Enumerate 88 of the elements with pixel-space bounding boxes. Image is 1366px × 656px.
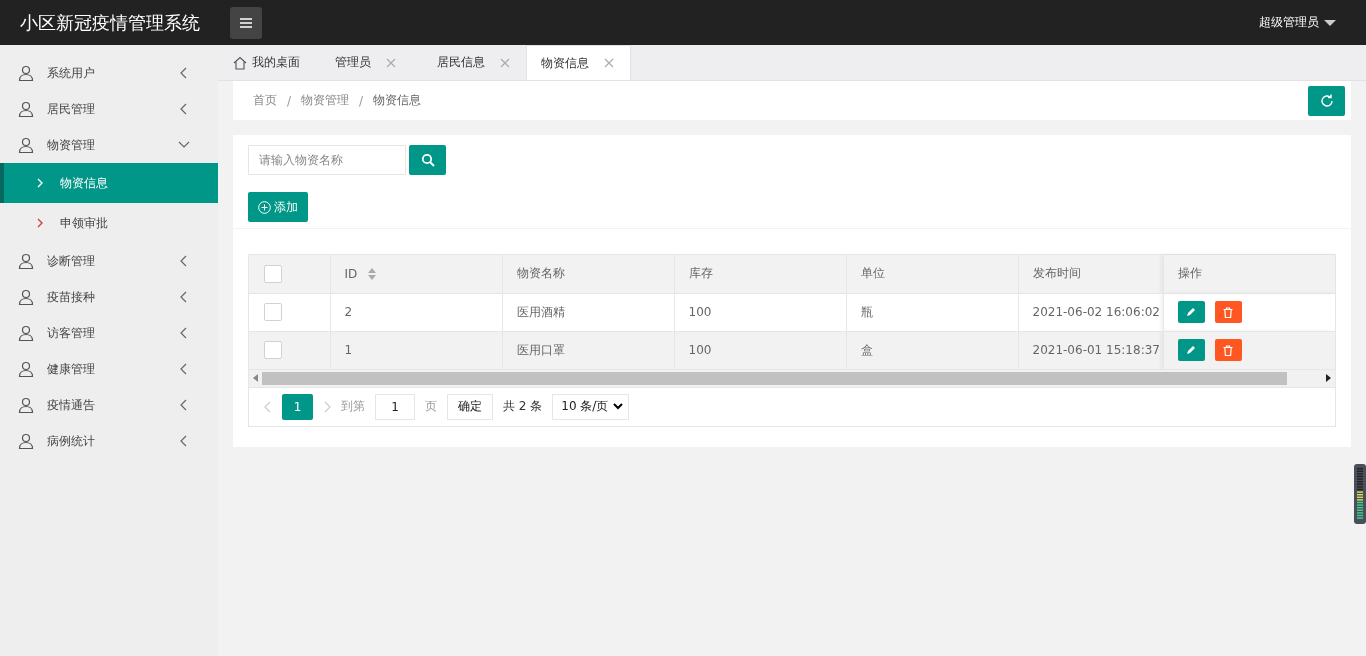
column-header: ID [344,266,358,281]
menu-button[interactable] [230,6,262,39]
scroll-left-icon[interactable] [253,374,259,382]
menu-icon [239,16,253,29]
search-field[interactable]: 请输入物资名称 [248,145,406,175]
refresh-icon [1318,92,1335,109]
table-cell: 1 [344,343,353,357]
delete-button[interactable] [1214,301,1242,323]
column-header: 单位 [860,266,885,281]
breadcrumb-link[interactable]: 首页 [253,92,277,109]
sidebar-item[interactable]: 疫苗接种 [0,279,218,315]
user-icon [18,101,34,117]
column-header: 操作 [1177,266,1202,281]
app-title: 小区新冠疫情管理系统 [20,10,200,35]
tab[interactable]: 居民信息 [421,45,526,80]
user-icon [18,325,34,341]
table-cell: 100 [688,343,712,357]
user-icon [18,361,34,377]
table-cell: 医用酒精 [516,304,565,319]
user-icon [18,137,34,153]
refresh-button[interactable] [1308,85,1345,116]
select-all-checkbox[interactable] [264,264,282,283]
sidebar-subitem[interactable]: 物资信息 [0,163,218,203]
page-unit-label: 页 [425,398,437,415]
row-checkbox[interactable] [264,341,282,359]
sidebar-item[interactable]: 健康管理 [0,351,218,387]
chevron-right-icon [36,178,44,188]
trash-icon [1223,344,1233,356]
pencil-icon [1186,345,1196,355]
trash-icon [1223,306,1233,318]
sidebar-item[interactable]: 居民管理 [0,91,218,127]
confirm-button[interactable]: 确定 [447,393,493,420]
breadcrumb-link[interactable]: 物资信息 [373,92,422,109]
next-page-icon[interactable] [323,400,331,413]
tab[interactable]: 我的桌面 [233,45,319,80]
page-size-select[interactable]: 10 条/页 [552,393,630,420]
user-icon [18,433,34,449]
page-number[interactable]: 1 [282,393,313,420]
user-icon [18,65,34,81]
user-icon [18,289,34,305]
volume-meter-drawing [1354,464,1366,524]
table-cell: 瓶 [860,304,873,319]
user-icon [18,253,34,269]
sidebar-item[interactable]: 诊断管理 [0,243,218,279]
sidebar-item[interactable]: 疫情通告 [0,387,218,423]
scroll-right-icon[interactable] [1325,374,1331,382]
sidebar-item[interactable]: 物资管理 [0,127,218,163]
caret-icon [1324,18,1336,27]
add-button[interactable]: 添加 [248,192,308,222]
sidebar-item[interactable]: 访客管理 [0,315,218,351]
column-header: 发布时间 [1032,266,1081,281]
prev-page-icon[interactable] [264,400,272,413]
edit-button[interactable] [1177,339,1205,361]
user-menu[interactable]: 超级管理员 [1253,13,1342,32]
sidebar-item[interactable]: 病例统计 [0,423,218,459]
sidebar-item[interactable]: 系统用户 [0,55,218,91]
table-cell: 2 [344,305,353,319]
page-input[interactable]: 1 [375,393,415,420]
row-checkbox[interactable] [264,303,282,321]
close-icon[interactable] [604,58,614,68]
close-icon[interactable] [500,57,510,68]
user-icon [18,397,34,413]
table-cell: 2021-06-01 15:18:37 [1032,343,1160,357]
tab[interactable]: 物资信息 [526,45,631,80]
close-icon[interactable] [386,57,396,68]
column-header: 库存 [688,266,713,281]
edit-button[interactable] [1177,301,1205,323]
breadcrumb-separator: / [359,93,364,108]
search-button[interactable] [409,145,446,175]
column-header: 物资名称 [516,266,565,281]
table-cell: 盒 [860,342,873,357]
delete-button[interactable] [1214,339,1242,361]
goto-label: 到第 [341,398,365,415]
pencil-icon [1186,307,1196,317]
table-cell: 医用口罩 [516,342,565,357]
table-cell: 100 [688,305,712,319]
chevron-right-icon [36,218,44,228]
total-count: 共 2 条 [503,398,543,415]
caret-icon [613,403,624,410]
sort-icon[interactable] [367,267,378,281]
home-icon [233,55,247,70]
plus-circle-icon [258,200,271,214]
search-icon [420,153,435,167]
table-cell: 2021-06-02 16:06:02 [1032,305,1160,319]
sidebar-subitem[interactable]: 申领审批 [0,203,218,243]
breadcrumb-link[interactable]: 物资管理 [301,92,350,109]
breadcrumb-separator: / [287,93,292,108]
tab[interactable]: 管理员 [319,45,421,80]
